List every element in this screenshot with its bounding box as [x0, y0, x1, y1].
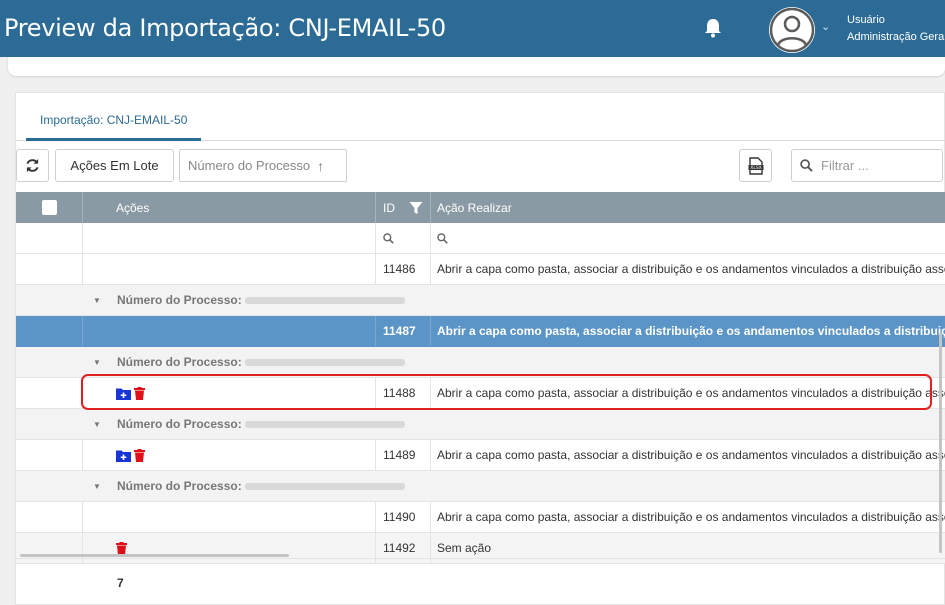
search-icon [383, 232, 394, 244]
trash-icon[interactable] [116, 541, 127, 555]
refresh-button[interactable] [16, 149, 49, 182]
group-row[interactable]: ▼ Número do Processo: [16, 285, 945, 316]
total-count: 7 [117, 576, 124, 590]
row-acao: Abrir a capa como pasta, associar a dist… [431, 316, 945, 346]
group-label: Número do Processo: [117, 417, 242, 431]
filter-row [16, 223, 945, 254]
page-title: Preview da Importação: CNJ-EMAIL-50 [4, 14, 446, 42]
search-icon [800, 159, 813, 172]
refresh-icon [26, 158, 39, 173]
tab-importacao[interactable]: Importação: CNJ-EMAIL-50 [26, 113, 202, 141]
grid-header: Ações ID Ação Realizar [16, 192, 945, 223]
group-row[interactable]: ▼ Número do Processo: [16, 471, 945, 502]
table-row-selected[interactable]: 11487 Abrir a capa como pasta, associar … [16, 316, 945, 347]
row-acao: Abrir a capa como pasta, associar a dist… [437, 510, 945, 524]
column-header-id-label: ID [383, 200, 395, 215]
column-header-acoes[interactable]: Ações [83, 192, 376, 223]
user-avatar-icon[interactable] [769, 7, 815, 53]
grid-footer: 7 [16, 558, 945, 605]
table-row[interactable]: 11489 Abrir a capa como pasta, associar … [16, 440, 945, 471]
redacted-value [245, 421, 405, 428]
import-panel: Importação: CNJ-EMAIL-50 Ações Em Lote N… [15, 92, 945, 605]
horizontal-scrollbar[interactable] [20, 554, 289, 557]
group-row[interactable]: ▼ Número do Processo: [16, 409, 945, 440]
column-header-id[interactable]: ID [376, 192, 431, 223]
group-label: Número do Processo: [117, 355, 242, 369]
filter-field[interactable] [791, 149, 943, 182]
id-filter-cell[interactable] [376, 223, 431, 253]
user-role: Administração Geral [847, 31, 945, 43]
redacted-value [245, 359, 405, 366]
column-header-acao-realizar[interactable]: Ação Realizar [431, 192, 945, 223]
row-id: 11486 [376, 254, 431, 284]
folder-plus-icon[interactable] [116, 449, 131, 462]
filter-input[interactable] [821, 158, 931, 173]
row-id: 11490 [376, 502, 431, 532]
xlsx-export-icon: XLSX [748, 156, 763, 175]
collapse-arrow-icon[interactable]: ▼ [93, 296, 101, 305]
sort-arrow-up-icon: ↑ [317, 157, 325, 174]
app-header: Preview da Importação: CNJ-EMAIL-50 ⌄ Us… [0, 0, 945, 57]
vertical-scrollbar[interactable] [939, 333, 942, 553]
table-row[interactable]: 11490 Abrir a capa como pasta, associar … [16, 502, 945, 533]
top-card [8, 57, 945, 76]
collapse-arrow-icon[interactable]: ▼ [93, 358, 101, 367]
row-acao: Abrir a capa como pasta, associar a dist… [437, 262, 945, 276]
redacted-value [245, 297, 405, 304]
user-name: Usuário [847, 14, 885, 26]
collapse-arrow-icon[interactable]: ▼ [93, 482, 101, 491]
redacted-value [245, 483, 405, 490]
filter-funnel-icon[interactable] [409, 201, 423, 215]
trash-icon[interactable] [134, 448, 145, 462]
row-id: 11487 [376, 316, 431, 346]
tab-bar: Importação: CNJ-EMAIL-50 [16, 93, 945, 141]
sort-field-numero-processo[interactable]: Número do Processo ↑ [179, 149, 347, 182]
highlight-annotation [81, 374, 932, 410]
search-icon [437, 232, 448, 244]
chevron-down-icon[interactable]: ⌄ [821, 20, 830, 33]
sort-label: Número do Processo [188, 158, 311, 173]
row-acao: Abrir a capa como pasta, associar a dist… [437, 448, 945, 462]
header-select-all [16, 192, 83, 223]
acao-filter-cell[interactable] [431, 223, 945, 253]
row-id: 11489 [376, 440, 431, 470]
collapse-arrow-icon[interactable]: ▼ [93, 420, 101, 429]
xlsx-export-button[interactable]: XLSX [739, 149, 772, 182]
select-all-checkbox[interactable] [42, 200, 57, 215]
group-label: Número do Processo: [117, 479, 242, 493]
svg-text:XLSX: XLSX [750, 165, 762, 171]
bell-icon[interactable] [704, 18, 722, 38]
table-row[interactable]: 11486 Abrir a capa como pasta, associar … [16, 254, 945, 285]
acoes-em-lote-button[interactable]: Ações Em Lote [55, 149, 174, 182]
group-label: Número do Processo: [117, 293, 242, 307]
